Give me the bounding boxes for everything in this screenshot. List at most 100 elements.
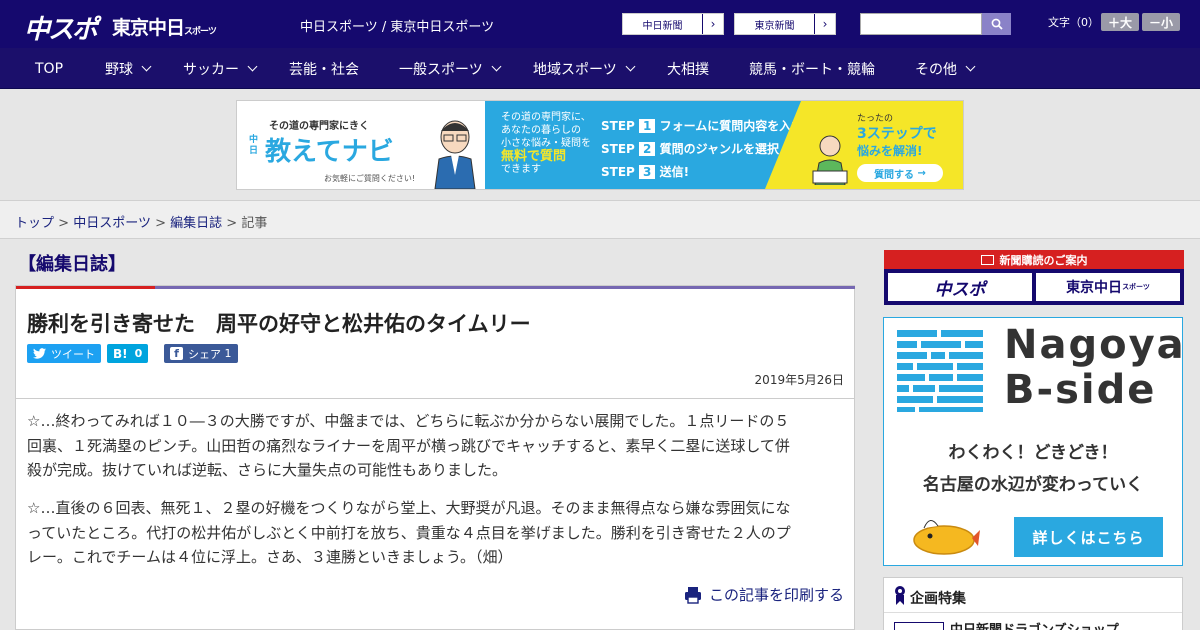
breadcrumb: トップ > 中日スポーツ > 編集日誌 > 記事: [15, 212, 267, 231]
nav-label: TOP: [35, 60, 64, 77]
bside-details-button[interactable]: 詳しくはこちら: [1014, 517, 1163, 557]
nav-label: 芸能・社会: [289, 61, 359, 78]
breadcrumb-bar: トップ > 中日スポーツ > 編集日誌 > 記事: [0, 200, 1200, 239]
breadcrumb-top[interactable]: トップ: [15, 216, 54, 231]
nav-general-sports[interactable]: 一般スポーツ: [399, 48, 502, 89]
bside-text: 名古屋の水辺が変わっていく: [922, 475, 1144, 495]
nav-local-sports[interactable]: 地域スポーツ: [533, 48, 636, 89]
arrow-right-icon: →: [917, 167, 926, 179]
step-label: STEP: [601, 119, 635, 133]
oshiete-navi-banner[interactable]: その道の専門家にきく 中日 教えてナビ お気軽にご質問ください! その道の専門家…: [236, 100, 964, 190]
article-line: 殺が完成。抜けていれば逆転、さらに大量失点の可能性もありました。: [27, 461, 508, 479]
facebook-count: 1: [224, 347, 232, 360]
hatena-bookmark-button[interactable]: B! 0: [107, 344, 149, 363]
banner-ask-button[interactable]: 質問する →: [857, 164, 943, 182]
search-input[interactable]: [860, 13, 982, 35]
hatena-bookmark-icon: B!: [113, 346, 128, 361]
special-item-link[interactable]: 中日新聞ドラゴンズショップ: [950, 619, 1119, 630]
chevron-down-icon: [141, 61, 152, 72]
nav-soccer[interactable]: サッカー: [183, 48, 258, 89]
chevron-down-icon: [247, 61, 258, 72]
tokyo-chunichi-logo-small: スポーツ: [184, 27, 217, 37]
facebook-share-label: シェア: [188, 347, 221, 361]
article-line: 回裏、１死満塁のピンチ。山田哲の痛烈なライナーを周平が横っ跳びでキャッチすると、…: [27, 436, 790, 455]
nav-other[interactable]: その他: [915, 48, 976, 89]
font-size-label: 文字（0）: [1048, 16, 1099, 29]
chunichi-shimbun-link[interactable]: 中日新聞 ›: [622, 13, 724, 35]
person-with-laptop-icon: [812, 135, 848, 185]
facebook-share-button[interactable]: f シェア 1: [164, 344, 238, 363]
banner-mid-highlight: 無料で質問: [501, 149, 567, 164]
step-label: STEP: [601, 165, 635, 179]
top-header: 中スポ 東京中日スポーツ 中日スポーツ / 東京中日スポーツ 中日新聞 › 東京…: [0, 0, 1200, 48]
medal-icon: [895, 586, 905, 605]
subscription-box[interactable]: 新聞購読のご案内 中スポ 東京中日 スポーツ: [884, 250, 1184, 305]
banner-step-1: STEP 1 フォームに質問内容を入力: [601, 115, 803, 138]
nav-label: その他: [915, 61, 957, 78]
breadcrumb-separator: >: [155, 216, 166, 231]
facebook-icon: f: [170, 347, 183, 360]
printer-icon: [684, 586, 701, 604]
tweet-button[interactable]: ツイート: [27, 344, 101, 363]
step-text: 質問のジャンルを選択: [659, 142, 779, 156]
nav-top[interactable]: TOP: [35, 48, 63, 89]
step-text: 送信!: [659, 165, 690, 179]
subscription-header-label: 新聞購読のご案内: [999, 253, 1088, 267]
tokyo-shimbun-link[interactable]: 東京新聞 ›: [734, 13, 836, 35]
font-larger-button[interactable]: ＋大: [1101, 13, 1139, 31]
banner-tagline: その道の専門家にきく: [269, 121, 369, 132]
article-date: 2019年5月26日: [754, 373, 844, 387]
banner-mid-end: できます: [501, 164, 541, 175]
nagoya-bside-ad[interactable]: Nagoya B-side わくわく！どきどき！ 名古屋の水辺が変わっていく 詳…: [883, 317, 1184, 566]
breadcrumb-current: 記事: [241, 216, 268, 231]
article-line: ☆…直後の６回表、無死１、２塁の好機をつくりながら堂上、大野奨が凡退。そのまま無…: [27, 499, 791, 517]
nav-label: サッカー: [183, 61, 239, 78]
chevron-right-icon: ›: [710, 17, 716, 31]
tokyo-chunichi-logo[interactable]: 東京中日スポーツ: [112, 13, 217, 40]
subscription-chunichi-sports[interactable]: 中スポ: [888, 273, 1032, 301]
nav-baseball[interactable]: 野球: [105, 48, 152, 89]
step-number: 3: [639, 165, 656, 179]
article-accent-rule: [16, 286, 155, 289]
print-article-link[interactable]: この記事を印刷する: [684, 584, 844, 605]
special-divider: [884, 612, 1182, 613]
nav-label: 大相撲: [667, 61, 709, 78]
chevron-down-icon: [625, 61, 636, 72]
subscription-tokyo-chunichi[interactable]: 東京中日 スポーツ: [1036, 273, 1180, 301]
breadcrumb-editorial-diary[interactable]: 編集日誌: [170, 216, 222, 231]
nav-entertainment[interactable]: 芸能・社会: [289, 48, 359, 89]
main-nav: TOP 野球 サッカー 芸能・社会 一般スポーツ 地域スポーツ 大相撲 競馬・ボ…: [0, 48, 1200, 89]
special-features-box: 企画特集 中日新聞ドラゴンズショップ: [883, 577, 1183, 630]
nav-label: 野球: [105, 61, 133, 78]
site-title: 中日スポーツ / 東京中日スポーツ: [300, 20, 495, 35]
subscription-header: 新聞購読のご案内: [884, 250, 1184, 269]
banner-right-big: 3ステップで: [857, 126, 937, 142]
tokyo-chunichi-logo-text: 東京中日: [112, 17, 185, 39]
banner-mid-line: その道の専門家に、: [501, 112, 591, 123]
breadcrumb-chunichi-sports[interactable]: 中日スポーツ: [73, 216, 151, 231]
blue-brick-wall-logo-icon: [897, 330, 983, 412]
search-button[interactable]: [982, 13, 1011, 35]
font-smaller-button[interactable]: －小: [1142, 13, 1180, 31]
article-accent-rule: [155, 286, 855, 289]
nav-sumo[interactable]: 大相撲: [667, 48, 709, 89]
article-line: っていたところ。代打の松井佑がしぶとく中前打を放ち、貴重な４点目を挙げました。勝…: [27, 523, 791, 542]
subscription-tokyo-chunichi-small: スポーツ: [1122, 283, 1150, 291]
special-item-thumbnail[interactable]: [894, 622, 944, 630]
nav-racing[interactable]: 競馬・ボート・競輪: [749, 48, 875, 89]
article-divider: [16, 398, 854, 399]
twitter-bird-icon: [33, 348, 46, 359]
nav-label: 地域スポーツ: [533, 61, 617, 78]
nav-label: 競馬・ボート・競輪: [749, 61, 875, 78]
step-number: 1: [639, 119, 656, 133]
hatena-count: 0: [134, 347, 143, 360]
bside-title-line: B-side: [1004, 367, 1157, 413]
chevron-right-icon: ›: [822, 17, 828, 31]
breadcrumb-separator: >: [226, 216, 238, 231]
ext-link-label: 中日新聞: [623, 14, 703, 34]
step-text: フォームに質問内容を入力: [659, 119, 804, 133]
banner-note: お気軽にご質問ください!: [324, 174, 416, 183]
chunichi-sports-logo[interactable]: 中スポ: [24, 9, 98, 46]
bside-text: わくわく！どきどき！: [948, 443, 1118, 463]
special-features-title: 企画特集: [910, 591, 966, 607]
